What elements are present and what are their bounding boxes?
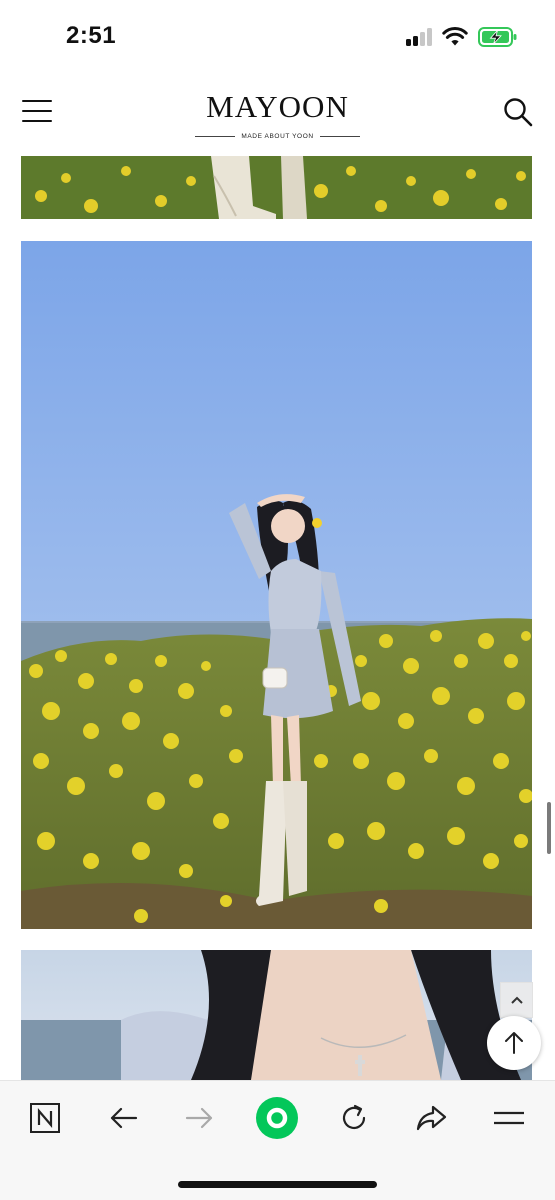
naver-home-icon[interactable] — [22, 1095, 68, 1141]
search-icon[interactable] — [502, 96, 534, 128]
site-header: MAYOON MADE ABOUT YOON — [0, 76, 555, 156]
forward-arrow-icon[interactable] — [177, 1095, 223, 1141]
divider — [319, 136, 360, 137]
home-indicator — [178, 1181, 377, 1188]
wifi-icon — [442, 27, 468, 46]
product-photo-closeup-necklace — [21, 950, 532, 1080]
cellular-signal-icon — [406, 28, 434, 46]
arrow-up-icon[interactable] — [487, 1016, 541, 1070]
chevron-up-icon[interactable] — [500, 982, 533, 1018]
share-icon[interactable] — [408, 1095, 454, 1141]
menu-icon[interactable] — [486, 1095, 532, 1141]
battery-charging-icon — [478, 27, 517, 47]
reload-icon[interactable] — [331, 1095, 377, 1141]
green-dot-icon[interactable] — [254, 1095, 300, 1141]
product-photo-top-cropped — [21, 156, 532, 219]
brand-tagline: MADE ABOUT YOON — [241, 133, 314, 140]
status-bar: 2:51 — [0, 0, 555, 76]
status-time: 2:51 — [66, 22, 117, 49]
brand-name: MAYOON — [206, 89, 349, 124]
brand-logo[interactable]: MAYOON MADE ABOUT YOON — [0, 90, 555, 142]
scroll-indicator[interactable] — [547, 802, 551, 854]
product-photo-model-rapeseed-field[interactable] — [21, 241, 532, 929]
divider — [195, 136, 236, 137]
brand-tagline-row: MADE ABOUT YOON — [195, 133, 360, 140]
back-arrow-icon[interactable] — [100, 1095, 146, 1141]
